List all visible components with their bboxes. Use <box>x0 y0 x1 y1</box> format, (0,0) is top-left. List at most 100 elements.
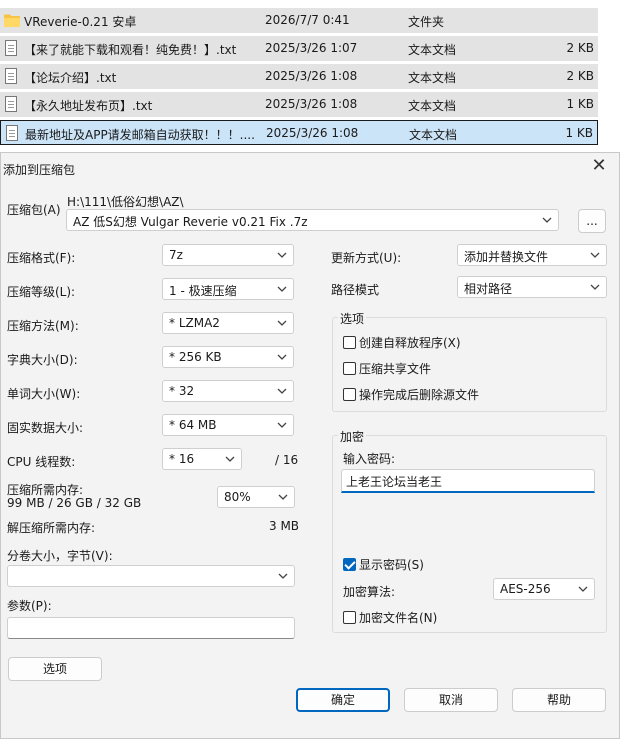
file-date: 2026/7/7 0:41 <box>265 13 350 27</box>
cpu-value: * 16 <box>169 452 195 466</box>
chevron-down-icon <box>276 249 288 261</box>
password-label: 输入密码: <box>343 452 396 466</box>
dialog-title: 添加到压缩包 <box>3 163 76 177</box>
enc-method-select[interactable]: AES-256 <box>493 578 595 600</box>
archive-label: 压缩包(A) <box>7 203 61 217</box>
path-select[interactable]: 相对路径 <box>457 276 607 298</box>
method-label: 压缩方法(M): <box>7 319 79 333</box>
mem-value: 80% <box>224 490 251 504</box>
dict-label: 字典大小(D): <box>7 353 78 367</box>
cancel-button[interactable]: 取消 <box>404 688 498 712</box>
show-password-label: 显示密码(S) <box>359 558 424 572</box>
mem-detail: 99 MB / 26 GB / 32 GB <box>7 496 142 510</box>
help-button[interactable]: 帮助 <box>512 688 606 712</box>
path-value: 相对路径 <box>464 282 513 296</box>
split-label: 分卷大小，字节(V): <box>7 549 113 563</box>
chevron-down-icon <box>277 570 289 582</box>
checkbox-box <box>343 336 356 349</box>
word-value: * 32 <box>169 384 195 398</box>
enc-method-value: AES-256 <box>500 582 551 596</box>
file-date: 2025/3/26 1:07 <box>265 41 358 55</box>
file-row[interactable]: 【论坛介绍】.txt 2025/3/26 1:08 文本文档 2 KB <box>0 64 598 89</box>
show-password-checkbox[interactable]: 显示密码(S) <box>343 556 424 573</box>
checkbox-box-checked <box>343 558 356 571</box>
document-icon <box>5 40 17 56</box>
method-select[interactable]: * LZMA2 <box>162 312 294 334</box>
file-name: 最新地址及APP请发邮箱自动获取！！！.... <box>25 128 255 142</box>
solid-value: * 64 MB <box>169 418 217 432</box>
cpu-select[interactable]: * 16 <box>162 448 242 470</box>
split-combo[interactable] <box>7 565 295 587</box>
document-icon <box>5 68 17 84</box>
file-row[interactable]: 【永久地址发布页】.txt 2025/3/26 1:08 文本文档 1 KB <box>0 92 598 117</box>
encryption-group-title: 加密 <box>338 428 367 445</box>
file-list: VReverie-0.21 安卓 2026/7/7 0:41 文件夹 【来了就能… <box>0 8 598 148</box>
file-name: VReverie-0.21 安卓 <box>24 15 137 29</box>
chevron-down-icon <box>224 453 236 465</box>
file-type: 文本文档 <box>409 128 458 142</box>
file-date: 2025/3/26 1:08 <box>266 126 359 140</box>
format-label: 压缩格式(F): <box>7 251 76 265</box>
decomp-value: 3 MB <box>269 519 300 533</box>
word-select[interactable]: * 32 <box>162 380 294 402</box>
checkbox-box <box>343 362 356 375</box>
file-type: 文本文档 <box>408 71 457 85</box>
chevron-down-icon <box>276 317 288 329</box>
options-group-title: 选项 <box>338 310 367 327</box>
level-label: 压缩等级(L): <box>7 285 76 299</box>
update-select[interactable]: 添加并替换文件 <box>457 244 607 266</box>
file-name: 【论坛介绍】.txt <box>24 71 117 85</box>
file-size: 2 KB <box>566 69 594 83</box>
file-size: 1 KB <box>566 97 594 111</box>
file-date: 2025/3/26 1:08 <box>265 97 358 111</box>
sfx-label: 创建自释放程序(X) <box>359 336 461 350</box>
file-row[interactable]: 【来了就能下载和观看！纯免费！】.txt 2025/3/26 1:07 文本文档… <box>0 36 598 61</box>
folder-icon <box>4 14 20 27</box>
shared-checkbox[interactable]: 压缩共享文件 <box>343 360 431 377</box>
cpu-label: CPU 线程数: <box>7 455 76 469</box>
file-name: 【永久地址发布页】.txt <box>24 99 153 113</box>
document-icon <box>6 125 18 141</box>
sfx-checkbox[interactable]: 创建自释放程序(X) <box>343 334 461 351</box>
file-row[interactable]: VReverie-0.21 安卓 2026/7/7 0:41 文件夹 <box>0 8 598 33</box>
file-row-selected[interactable]: 最新地址及APP请发邮箱自动获取！！！.... 2025/3/26 1:08 文… <box>0 120 598 145</box>
dict-select[interactable]: * 256 KB <box>162 346 294 368</box>
mem-select[interactable]: 80% <box>217 486 295 508</box>
chevron-down-icon <box>276 385 288 397</box>
delete-checkbox[interactable]: 操作完成后删除源文件 <box>343 386 479 403</box>
method-value: * LZMA2 <box>169 316 220 330</box>
level-value: 1 - 极速压缩 <box>169 284 237 298</box>
options-button[interactable]: 选项 <box>8 657 102 681</box>
archive-name-combo[interactable]: AZ 低S幻想 Vulgar Reverie v0.21 Fix .7z <box>66 209 559 231</box>
delete-label: 操作完成后删除源文件 <box>359 388 480 402</box>
file-size: 1 KB <box>565 126 593 140</box>
params-input[interactable] <box>7 617 295 639</box>
file-type: 文本文档 <box>408 43 457 57</box>
close-icon[interactable]: ✕ <box>589 157 609 177</box>
add-to-archive-dialog: 添加到压缩包 ✕ 压缩包(A) H:\111\低俗幻想\AZ\ AZ 低S幻想 … <box>0 152 620 739</box>
chevron-down-icon <box>589 249 601 261</box>
ok-button[interactable]: 确定 <box>296 688 390 712</box>
solid-select[interactable]: * 64 MB <box>162 414 294 436</box>
format-select[interactable]: 7z <box>162 244 294 266</box>
shared-label: 压缩共享文件 <box>359 362 432 376</box>
chevron-down-icon <box>541 214 553 226</box>
enc-method-label: 加密算法: <box>343 585 396 599</box>
encrypt-names-checkbox[interactable]: 加密文件名(N) <box>343 609 437 626</box>
update-value: 添加并替换文件 <box>464 250 549 264</box>
cpu-total: / 16 <box>275 453 299 467</box>
chevron-down-icon <box>276 351 288 363</box>
file-size: 2 KB <box>566 41 594 55</box>
level-select[interactable]: 1 - 极速压缩 <box>162 278 294 300</box>
browse-button[interactable]: ... <box>578 209 606 233</box>
file-date: 2025/3/26 1:08 <box>265 69 358 83</box>
archive-name-value: AZ 低S幻想 Vulgar Reverie v0.21 Fix .7z <box>73 215 308 229</box>
dict-value: * 256 KB <box>169 350 222 364</box>
checkbox-box <box>343 388 356 401</box>
password-input[interactable]: 上老王论坛当老王 <box>341 469 595 493</box>
path-label: 路径模式 <box>331 283 380 297</box>
word-label: 单词大小(W): <box>7 387 81 401</box>
solid-label: 固实数据大小: <box>7 421 84 435</box>
chevron-down-icon <box>589 281 601 293</box>
update-label: 更新方式(U): <box>331 251 402 265</box>
